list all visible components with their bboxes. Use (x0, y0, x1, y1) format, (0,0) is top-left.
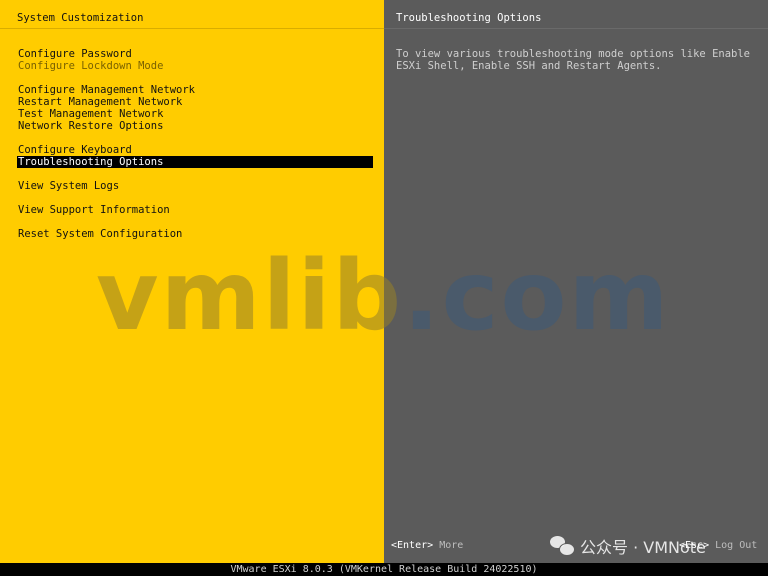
enter-action-label: More (439, 540, 464, 551)
menu-group-spacer (17, 72, 373, 84)
right-pane-title: Troubleshooting Options (396, 12, 542, 24)
enter-more-hint[interactable]: <Enter> More (391, 540, 463, 552)
left-pane-title: System Customization (17, 12, 144, 24)
left-title-divider (0, 28, 384, 29)
menu-group-spacer (17, 216, 373, 228)
menu-item-configure-management-network[interactable]: Configure Management Network (17, 84, 373, 96)
option-description: To view various troubleshooting mode opt… (396, 48, 751, 72)
wechat-watermark: 公众号 · VMNote (550, 533, 706, 559)
menu-item-configure-password[interactable]: Configure Password (17, 48, 373, 60)
menu-group-spacer (17, 168, 373, 180)
menu-item-configure-lockdown-mode: Configure Lockdown Mode (18, 60, 164, 72)
watermark-right-text: .com (403, 240, 671, 352)
menu-item-network-restore-options[interactable]: Network Restore Options (17, 120, 373, 132)
esc-action-label: Log Out (715, 540, 758, 551)
menu-item-configure-keyboard[interactable]: Configure Keyboard (17, 144, 373, 156)
dcui-screen: System Customization Troubleshooting Opt… (0, 0, 768, 576)
enter-key-label: <Enter> (391, 540, 434, 551)
watermark-left-text: vmlib (96, 240, 404, 352)
menu-item-reset-system-configuration[interactable]: Reset System Configuration (17, 228, 373, 240)
right-title-divider (384, 28, 768, 29)
menu-group-spacer (17, 192, 373, 204)
menu-item-view-system-logs[interactable]: View System Logs (17, 180, 373, 192)
menu-item-troubleshooting-options[interactable]: Troubleshooting Options (17, 156, 373, 168)
customization-menu: Configure Password Configure Lockdown Mod… (17, 48, 373, 240)
status-bar: VMware ESXi 8.0.3 (VMKernel Release Buil… (0, 563, 768, 576)
wechat-icon (550, 536, 575, 556)
menu-item-test-management-network[interactable]: Test Management Network (17, 108, 373, 120)
watermark: vmlib.com (96, 248, 671, 344)
menu-item-restart-management-network[interactable]: Restart Management Network (17, 96, 373, 108)
wechat-watermark-text: 公众号 · VMNote (580, 538, 706, 557)
menu-group-spacer (17, 132, 373, 144)
menu-item-view-support-information[interactable]: View Support Information (17, 204, 373, 216)
